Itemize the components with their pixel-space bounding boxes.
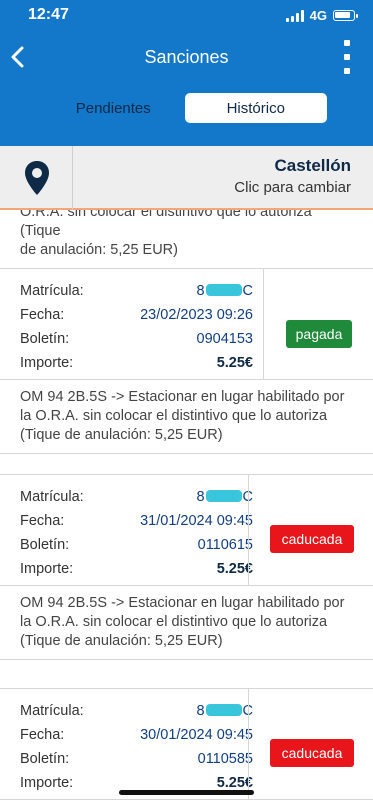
plate-row: Matrícula: 8C [20,489,253,513]
ticket-value: 0110585 [197,751,253,767]
tab-pendientes[interactable]: Pendientes [42,93,185,123]
status-time: 12:47 [28,6,69,23]
date-row: Fecha: 23/02/2023 09:26 [20,307,253,323]
fines-list: O.R.A. sin colocar el distintivo que lo … [0,210,373,800]
date-value: 30/01/2024 09:45 [140,727,253,743]
date-row: Fecha: 31/01/2024 09:45 [20,513,253,529]
ticket-row: Boletín: 0110585 [20,751,253,767]
status-badge: pagada [286,320,352,348]
plate-row: Matrícula: 8C [20,283,253,299]
redacted-mask [205,490,242,502]
ticket-row: Boletín: 0904153 [20,331,253,347]
plate-value: 8C [196,283,253,299]
description-line: O.R.A. sin colocar el distintivo que lo … [20,210,312,239]
divider [263,269,264,379]
amount-row: Importe: 5.25€ [20,775,253,791]
plate-row: Matrícula: 8C [20,703,253,727]
status-bar: 12:47 4G [0,0,373,30]
navbar: Sanciones [0,38,373,78]
date-row: Fecha: 30/01/2024 09:45 [20,727,253,743]
signal-icon [285,9,304,22]
location-pin-icon [25,161,49,195]
home-indicator[interactable] [119,790,254,795]
battery-icon [333,10,358,21]
divider [248,475,249,585]
redacted-mask [205,284,242,296]
location-selector[interactable]: Castellón Clic para cambiar [0,146,373,210]
divider [72,146,73,210]
ticket-row: Boletín: 0110615 [20,537,253,553]
divider [248,689,249,799]
fine-card[interactable]: Matrícula: 8C Fecha: 30/01/2024 09:45 Bo… [0,688,373,800]
status-indicators: 4G [285,8,358,23]
status-badge: caducada [270,739,354,767]
description-line: de anulación: 5,25 EUR) [20,242,178,258]
tab-historico[interactable]: Histórico [184,93,327,123]
more-vertical-icon [344,40,350,46]
change-location-label[interactable]: Clic para cambiar [234,179,351,196]
city-name: Castellón [274,156,351,175]
app-header: 12:47 4G Sanciones Pendientes Histórico [0,0,373,146]
fine-description-partial: O.R.A. sin colocar el distintivo que lo … [0,210,373,260]
more-options-button[interactable] [339,40,355,74]
plate-value: 8C [196,703,253,719]
redacted-mask [205,704,242,716]
ticket-value: 0904153 [196,331,253,347]
fine-description: OM 94 2B.5S -> Estacionar en lugar habil… [0,586,373,660]
page-title: Sanciones [144,47,229,67]
date-value: 31/01/2024 09:45 [140,513,253,529]
date-value: 23/02/2023 09:26 [140,307,253,323]
fine-card[interactable]: Matrícula: 8C Fecha: 31/01/2024 09:45 Bo… [0,474,373,660]
plate-value: 8C [196,489,253,505]
fine-description: OM 94 2B.5S -> Estacionar en lugar habil… [0,380,373,454]
status-badge: caducada [270,525,354,553]
segmented-tabs: Pendientes Histórico [42,93,327,123]
amount-row: Importe: 5.25€ [20,561,253,577]
amount-value: 5.25€ [216,355,253,371]
ticket-value: 0110615 [197,537,253,553]
amount-row: Importe: 5.25€ [20,355,253,371]
network-label: 4G [309,8,327,23]
fine-card[interactable]: Matrícula: 8C Fecha: 23/02/2023 09:26 Bo… [0,268,373,454]
